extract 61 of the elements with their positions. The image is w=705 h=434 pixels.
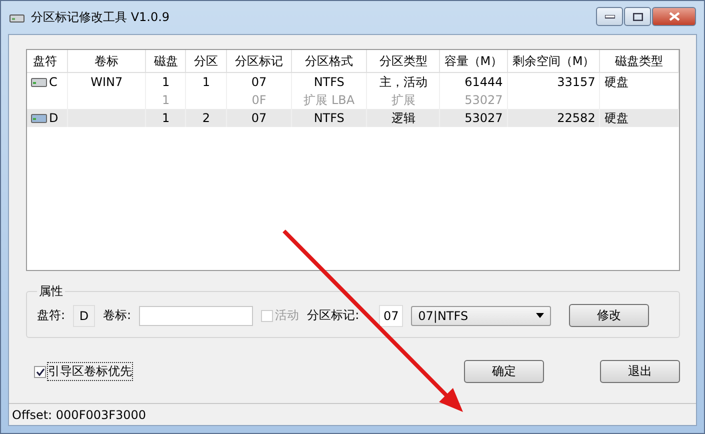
partition-mark-input[interactable]: 07 [379, 304, 404, 326]
status-text: Offset: 000F003F3000 [12, 408, 146, 422]
column-header[interactable]: 容量（M） [440, 50, 508, 72]
table-cell: 0F [252, 93, 266, 107]
table-cell: 07 [251, 75, 267, 89]
table-cell: 硬盘 [604, 74, 628, 90]
table-cell: WIN7 [90, 75, 123, 89]
table-cell: 扩展 [391, 92, 416, 108]
modify-button[interactable]: 修改 [569, 304, 650, 327]
close-icon [668, 12, 680, 21]
maximize-button[interactable] [624, 7, 651, 26]
table-cell: 1 [162, 75, 170, 89]
column-header[interactable]: 磁盘 [146, 50, 186, 72]
dropdown-arrow-icon [536, 313, 544, 318]
table-cell: 1 [202, 75, 210, 89]
drive-letter-field: D [73, 304, 96, 326]
close-button[interactable] [652, 7, 696, 26]
drive-icon [31, 112, 47, 124]
ok-button[interactable]: 确定 [464, 360, 544, 383]
table-cell: 61444 [464, 75, 503, 89]
checkmark-icon [36, 368, 44, 376]
drive-icon [9, 12, 25, 24]
maximize-icon [632, 12, 642, 20]
column-header[interactable]: 分区 [186, 50, 228, 72]
table-row[interactable]: C WIN7 1 1 07 NTFS 主，活动 61444 33157 硬盘 [27, 73, 679, 91]
field-label: 卷标: [103, 307, 132, 324]
table-cell: 1 [162, 93, 170, 107]
table-cell: 逻辑 [391, 110, 416, 126]
drive-icon [31, 76, 47, 88]
table-row[interactable]: D 1 2 07 NTFS 逻辑 53027 22582 硬盘 [27, 109, 679, 127]
minimize-button[interactable] [596, 7, 623, 26]
volume-label-input[interactable] [139, 306, 254, 326]
column-header[interactable]: 磁盘类型 [600, 50, 679, 72]
field-label: 盘符: [37, 307, 66, 324]
table-cell: 主，活动 [379, 74, 428, 90]
column-header[interactable]: 分区格式 [292, 50, 368, 72]
table-cell: NTFS [314, 111, 344, 125]
table-cell: 2 [202, 111, 210, 125]
field-label: 分区标记: [307, 307, 360, 324]
table-cell: 1 [162, 111, 170, 125]
column-header[interactable]: 盘符 [27, 50, 68, 72]
table-cell: NTFS [314, 75, 344, 89]
boot-label-priority-checkbox[interactable]: 引导区卷标优先 [34, 363, 132, 380]
exit-button[interactable]: 退出 [600, 360, 680, 383]
table-cell: 07 [251, 111, 267, 125]
column-header[interactable]: 分区类型 [367, 50, 440, 72]
table-cell: 53027 [464, 111, 503, 125]
table-cell: 22582 [557, 111, 596, 125]
table-cell: 硬盘 [604, 110, 628, 126]
format-dropdown[interactable]: 07|NTFS [411, 306, 552, 326]
column-header[interactable]: 分区标记 [227, 50, 292, 72]
column-header[interactable]: 剩余空间（M） [508, 50, 600, 72]
table-cell: 53027 [464, 93, 503, 107]
table-cell: 33157 [557, 75, 596, 89]
table-cell: C [49, 75, 58, 89]
table-cell: D [49, 111, 58, 125]
window-title: 分区标记修改工具 V1.0.9 [31, 9, 170, 26]
group-title: 属性 [38, 283, 64, 300]
table-cell: 扩展 LBA [304, 92, 355, 108]
minimize-icon [604, 14, 614, 18]
column-header[interactable]: 卷标 [68, 50, 146, 72]
